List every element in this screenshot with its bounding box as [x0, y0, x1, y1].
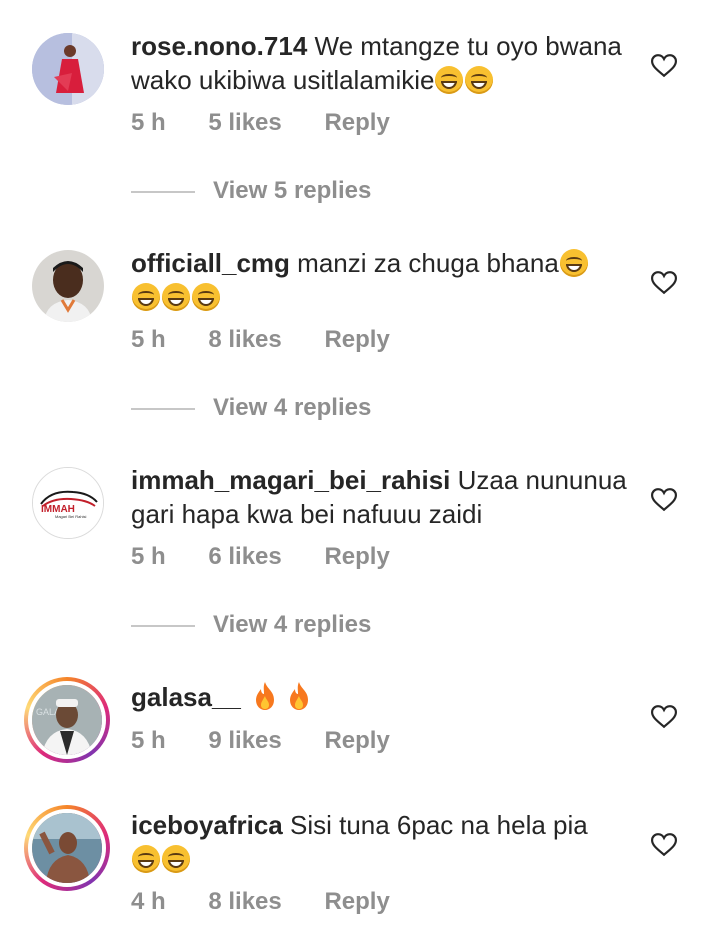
grinning-emoji-icon [162, 845, 190, 873]
comment-likes[interactable]: 8 likes [208, 326, 281, 353]
comment-text: immah_magari_bei_rahisi Uzaa nununua gar… [131, 463, 641, 531]
grinning-emoji-icon [559, 249, 588, 277]
comment-meta: 4 h 8 likes Reply [131, 887, 426, 917]
heart-icon[interactable] [651, 833, 677, 857]
logo-subtext: Magari Bei Rahisi [55, 514, 86, 519]
divider-line [131, 624, 195, 627]
comment-time: 5 h [131, 727, 166, 754]
avatar[interactable]: IMMAH Magari Bei Rahisi [32, 467, 104, 539]
view-replies-button[interactable]: View 4 replies [131, 610, 371, 640]
reply-button[interactable]: Reply [324, 888, 389, 915]
fire-emoji-icon [256, 682, 275, 710]
comment-text: officiall_cmg manzi za chuga bhana [131, 246, 641, 314]
comment-body: manzi za chuga bhana [297, 248, 559, 278]
avatar[interactable] [32, 33, 104, 105]
reply-button[interactable]: Reply [324, 543, 389, 570]
view-replies-label: View 4 replies [213, 394, 372, 421]
grinning-emoji-icon [465, 66, 494, 94]
comment-username[interactable]: immah_magari_bei_rahisi [131, 465, 450, 495]
comment-username[interactable]: rose.nono.714 [131, 31, 307, 61]
view-replies-label: View 4 replies [213, 611, 372, 638]
grinning-emoji-icon [192, 283, 220, 311]
comment-text: galasa__ [131, 680, 641, 714]
comment-username[interactable]: iceboyafrica [131, 810, 283, 840]
avatar-story-ring[interactable] [24, 805, 110, 891]
divider-line [131, 407, 195, 410]
fire-emoji-icon [290, 682, 309, 710]
comment-username[interactable]: officiall_cmg [131, 248, 290, 278]
comment-likes[interactable]: 9 likes [208, 727, 281, 754]
grinning-emoji-icon [132, 283, 160, 311]
comment-likes[interactable]: 8 likes [208, 888, 281, 915]
comment-text: iceboyafrica Sisi tuna 6pac na hela pia [131, 808, 641, 876]
comment-username[interactable]: galasa__ [131, 682, 241, 712]
comment-time: 4 h [131, 888, 166, 915]
reply-button[interactable]: Reply [324, 109, 389, 136]
heart-icon[interactable] [651, 705, 677, 729]
divider-line [131, 190, 195, 193]
comment-time: 5 h [131, 109, 166, 136]
view-replies-button[interactable]: View 4 replies [131, 393, 371, 423]
comment-likes[interactable]: 6 likes [208, 543, 281, 570]
comment-time: 5 h [131, 543, 166, 570]
comment-meta: 5 h 8 likes Reply [131, 325, 426, 355]
grinning-emoji-icon [132, 845, 160, 873]
heart-icon[interactable] [651, 54, 677, 78]
view-replies-label: View 5 replies [213, 177, 372, 204]
avatar-photo-red-dress [32, 33, 104, 105]
avatar-photo-man [32, 250, 104, 322]
grinning-emoji-icon [162, 283, 190, 311]
avatar-story-ring[interactable]: GALASA [24, 677, 110, 763]
heart-icon[interactable] [651, 271, 677, 295]
avatar-logo-car: IMMAH Magari Bei Rahisi [33, 468, 103, 538]
view-replies-button[interactable]: View 5 replies [131, 176, 371, 206]
comment-time: 5 h [131, 326, 166, 353]
comment-meta: 5 h 6 likes Reply [131, 542, 426, 572]
avatar-photo-shirtless [28, 809, 106, 887]
reply-button[interactable]: Reply [324, 727, 389, 754]
comment-likes[interactable]: 5 likes [208, 109, 281, 136]
avatar[interactable] [32, 250, 104, 322]
comment-meta: 5 h 9 likes Reply [131, 726, 426, 756]
comment-body: Sisi tuna 6pac na hela pia [289, 810, 588, 840]
avatar-photo-man-cap: GALASA [28, 681, 106, 759]
reply-button[interactable]: Reply [324, 326, 389, 353]
comment-meta: 5 h 5 likes Reply [131, 108, 426, 138]
comment-text: rose.nono.714 We mtangze tu oyo bwana wa… [131, 29, 641, 97]
grinning-emoji-icon [435, 66, 464, 94]
heart-icon[interactable] [651, 488, 677, 512]
